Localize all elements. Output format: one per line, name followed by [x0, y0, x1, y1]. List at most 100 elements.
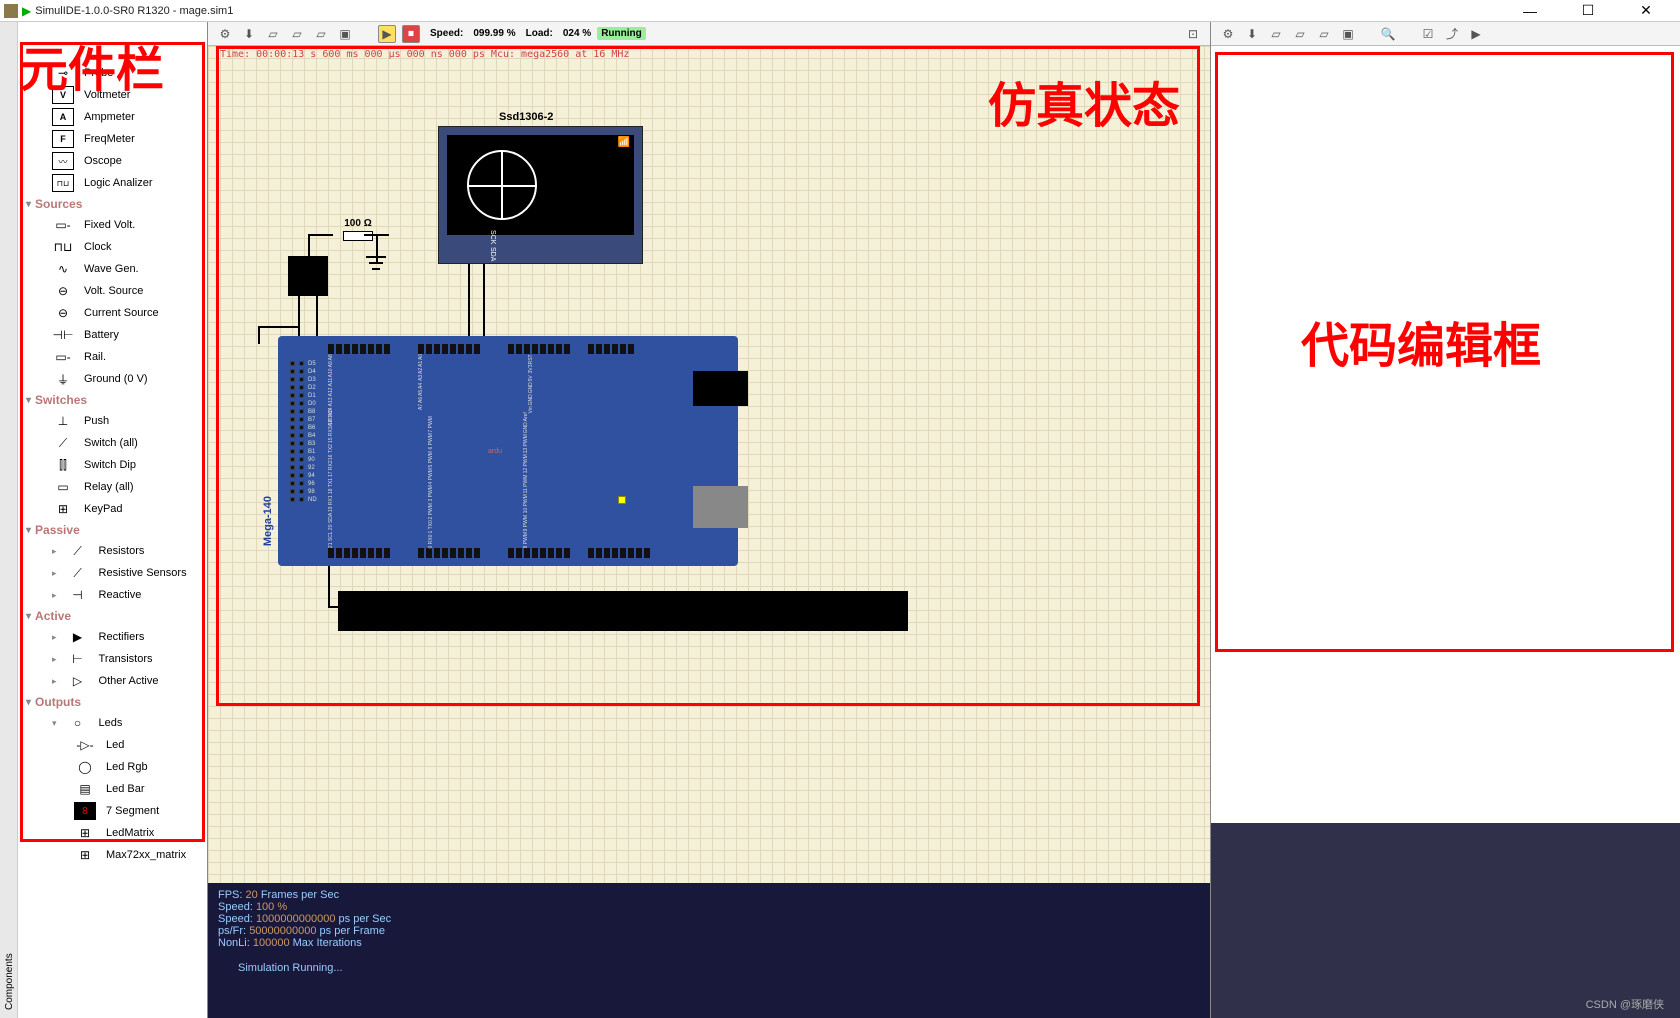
volt-source-icon: ⊖	[52, 282, 74, 300]
comp-freqmeter[interactable]: FFreqMeter	[18, 128, 207, 150]
cat-active[interactable]: ▾Active	[18, 606, 207, 626]
cat-sources[interactable]: ▾Sources	[18, 194, 207, 214]
export-icon[interactable]: ▣	[336, 25, 354, 43]
minimize-button[interactable]: —	[1510, 1, 1550, 21]
comp-rail[interactable]: ▭-Rail.	[18, 346, 207, 368]
main-toolbar: ⚙ ⬇ ▱ ▱ ▱ ▣ ▶ ⏹ Speed: 099.99 % Load: 02…	[208, 22, 1210, 46]
compile-icon[interactable]: ☑	[1419, 25, 1437, 43]
arduino-mega[interactable]: Mega-140 ardu A15A14A13A12A11A10A9A8	[278, 336, 738, 566]
arduino-text: ardu	[488, 448, 502, 455]
switch-dip-icon: ⫿⫿	[52, 456, 74, 474]
comp-other-active[interactable]: ▸▷Other Active	[18, 670, 207, 692]
export-icon[interactable]: ▣	[1339, 25, 1357, 43]
ampmeter-icon: A	[52, 108, 74, 126]
comp-wave-gen[interactable]: ∿Wave Gen.	[18, 258, 207, 280]
comp-switch-dip[interactable]: ⫿⫿Switch Dip	[18, 454, 207, 476]
comp-led-bar[interactable]: ▤Led Bar	[18, 778, 207, 800]
comp-max72xx[interactable]: ⊞Max72xx_matrix	[18, 844, 207, 866]
pin-header-top-4	[588, 344, 634, 354]
switch-icon: ⟋	[52, 434, 74, 452]
ground-symbol[interactable]	[366, 256, 386, 286]
tab-file-explorer[interactable]: File explorer	[0, 52, 2, 1018]
comp-logic-analizer[interactable]: ⊓⊔Logic Analizer	[18, 172, 207, 194]
comp-resistive-sensors[interactable]: ▸⟋Resistive Sensors	[18, 562, 207, 584]
schematic-canvas[interactable]: 仿真状态 Time: 00:00:13 s 600 ms 000 µs 000 …	[208, 46, 1210, 883]
sidebar-tabs: Components File explorer	[0, 22, 18, 1018]
comp-led[interactable]: -▷-Led	[18, 734, 207, 756]
oled-component[interactable]: Ssd1306-2 📶 SCKSDA	[438, 126, 643, 264]
gear-icon[interactable]: ⚙	[1219, 25, 1237, 43]
comp-led-rgb[interactable]: ◯Led Rgb	[18, 756, 207, 778]
comp-resistors[interactable]: ▸⟋Resistors	[18, 540, 207, 562]
speed-value: 099.99 %	[473, 28, 515, 39]
running-badge: Running	[597, 27, 646, 40]
led-icon: -▷-	[74, 736, 96, 754]
play-button[interactable]: ▶	[378, 25, 396, 43]
comp-volt-source[interactable]: ⊖Volt. Source	[18, 280, 207, 302]
stop-button[interactable]: ⏹	[402, 25, 420, 43]
cat-outputs[interactable]: ▾Outputs	[18, 692, 207, 712]
save-icon[interactable]: ⬇	[1243, 25, 1261, 43]
find-icon[interactable]: 🔍	[1379, 25, 1397, 43]
wave-gen-icon: ∿	[52, 260, 74, 278]
cat-leds[interactable]: ▾○Leds	[18, 712, 207, 734]
oled-screen: 📶	[447, 135, 634, 235]
black-bar-component[interactable]	[338, 591, 908, 631]
comp-ground[interactable]: ⏚Ground (0 V)	[18, 368, 207, 390]
pin-header-bot-3	[508, 548, 570, 558]
pin-header-bot-4	[588, 548, 650, 558]
zoom-icon[interactable]: ⊡	[1184, 25, 1202, 43]
logic-analizer-icon: ⊓⊔	[52, 174, 74, 192]
rectifiers-icon: ▶	[67, 628, 89, 646]
led-rgb-icon: ◯	[74, 758, 96, 776]
comp-clock[interactable]: ⊓⊔Clock	[18, 236, 207, 258]
code-output-panel	[1211, 823, 1680, 1018]
comp-7-segment[interactable]: 87 Segment	[18, 800, 207, 822]
new-icon[interactable]: ▱	[264, 25, 282, 43]
cat-switches[interactable]: ▾Switches	[18, 390, 207, 410]
maximize-button[interactable]: ☐	[1568, 1, 1608, 21]
clock-icon: ⊓⊔	[52, 238, 74, 256]
comp-ledmatrix[interactable]: ⊞LedMatrix	[18, 822, 207, 844]
new-icon[interactable]: ▱	[1267, 25, 1285, 43]
resistor-component[interactable]: 100 Ω	[328, 218, 388, 243]
titlebar: ▶ SimulIDE-1.0.0-SR0 R1320 - mage.sim1 —…	[0, 0, 1680, 22]
saveas-icon[interactable]: ▱	[312, 25, 330, 43]
comp-reactive[interactable]: ▸⊣Reactive	[18, 584, 207, 606]
usb-connector	[693, 371, 748, 406]
save-icon[interactable]: ⬇	[240, 25, 258, 43]
gear-icon[interactable]: ⚙	[216, 25, 234, 43]
black-component[interactable]	[288, 256, 328, 296]
comp-oscope[interactable]: 〰Oscope	[18, 150, 207, 172]
comp-relay[interactable]: ▭Relay (all)	[18, 476, 207, 498]
cat-passive[interactable]: ▾Passive	[18, 520, 207, 540]
comp-current-source[interactable]: ⊖Current Source	[18, 302, 207, 324]
close-button[interactable]: ✕	[1626, 1, 1666, 21]
watermark: CSDN @琢磨侠	[1586, 996, 1664, 1012]
resistors-icon: ⟋	[67, 542, 89, 560]
led-bar-icon: ▤	[74, 780, 96, 798]
code-editor-panel[interactable]: 代码编辑框	[1211, 46, 1680, 823]
rail-icon: ▭-	[52, 348, 74, 366]
saveas-icon[interactable]: ▱	[1315, 25, 1333, 43]
comp-transistors[interactable]: ▸⊢Transistors	[18, 648, 207, 670]
tab-components[interactable]: Components	[2, 52, 17, 1018]
comp-switch[interactable]: ⟋Switch (all)	[18, 432, 207, 454]
comp-battery[interactable]: ⊣⊢Battery	[18, 324, 207, 346]
comp-keypad[interactable]: ⊞KeyPad	[18, 498, 207, 520]
play-icon: ▶	[22, 4, 31, 18]
comp-fixed-volt[interactable]: ▭-Fixed Volt.	[18, 214, 207, 236]
status-led	[618, 496, 626, 504]
upload-icon[interactable]: ⤴	[1443, 25, 1461, 43]
comp-push[interactable]: ⊥Push	[18, 410, 207, 432]
pin-header-top-3	[508, 344, 570, 354]
debug-icon[interactable]: ▶	[1467, 25, 1485, 43]
comp-rectifiers[interactable]: ▸▶Rectifiers	[18, 626, 207, 648]
components-panel: ⊸Probe VVoltmeter AAmpmeter FFreqMeter 〰…	[18, 22, 208, 1018]
load-label: Load:	[526, 28, 553, 39]
seven-segment-icon: 8	[74, 802, 96, 820]
transistors-icon: ⊢	[67, 650, 89, 668]
open-icon[interactable]: ▱	[1291, 25, 1309, 43]
comp-ampmeter[interactable]: AAmpmeter	[18, 106, 207, 128]
open-icon[interactable]: ▱	[288, 25, 306, 43]
